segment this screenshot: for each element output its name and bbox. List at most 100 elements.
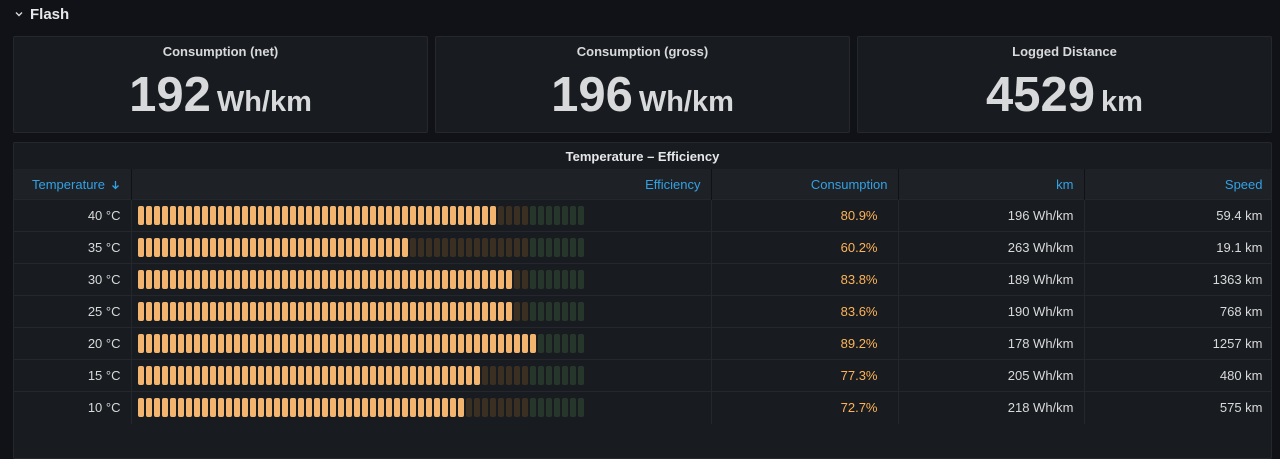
cell-consumption: 218 Wh/km <box>898 391 1085 424</box>
gauge-segment-empty <box>561 302 568 321</box>
gauge-segment-filled <box>209 270 216 289</box>
gauge-segment-filled <box>153 366 160 385</box>
gauge-segment-filled <box>353 366 360 385</box>
cell-efficiency-gauge <box>131 231 712 264</box>
gauge-segment-filled <box>369 334 376 353</box>
gauge-segment-filled <box>505 334 512 353</box>
gauge-segment-filled <box>385 270 392 289</box>
cell-efficiency: 80.9% <box>711 199 899 232</box>
gauge-segment-filled <box>289 270 296 289</box>
gauge-segment-filled <box>337 398 344 418</box>
gauge-segment-filled <box>457 366 464 385</box>
gauge-segment-filled <box>337 238 344 257</box>
stat-panel-consumption-net: Consumption (net) 192 Wh/km <box>13 36 428 133</box>
gauge-segment-filled <box>193 302 200 321</box>
gauge-segment-filled <box>225 398 232 418</box>
gauge-segment-filled <box>409 334 416 353</box>
gauge-segment-filled <box>217 334 224 353</box>
gauge-segment-filled <box>225 366 232 385</box>
gauge-segment-filled <box>281 334 288 353</box>
gauge-segment-filled <box>209 334 216 353</box>
gauge-segment-empty <box>529 270 536 289</box>
gauge-segment-filled <box>265 270 272 289</box>
gauge-segment-filled <box>313 302 320 321</box>
column-header-consumption[interactable]: Consumption <box>711 169 899 200</box>
gauge-segment-filled <box>209 398 216 418</box>
gauge-segment-filled <box>249 366 256 385</box>
gauge-segment-filled <box>161 366 168 385</box>
gauge-segment-empty <box>545 206 552 225</box>
gauge-segment-filled <box>153 238 160 257</box>
efficiency-gauge <box>137 270 705 289</box>
gauge-segment-empty <box>473 398 480 418</box>
gauge-segment-filled <box>249 398 256 418</box>
gauge-segment-empty <box>569 206 576 225</box>
gauge-segment-filled <box>241 206 248 225</box>
stat-panel-consumption-gross: Consumption (gross) 196 Wh/km <box>435 36 850 133</box>
gauge-segment-empty <box>553 270 560 289</box>
panel-title: Temperature – Efficiency <box>565 149 720 164</box>
column-header-temperature[interactable]: Temperature <box>14 169 132 200</box>
gauge-segment-filled <box>177 238 184 257</box>
gauge-segment-empty <box>529 206 536 225</box>
gauge-segment-empty <box>513 366 520 385</box>
gauge-segment-filled <box>225 334 232 353</box>
stat-number: 192 <box>129 68 211 122</box>
gauge-segment-filled <box>209 302 216 321</box>
gauge-segment-filled <box>185 238 192 257</box>
gauge-segment-filled <box>153 334 160 353</box>
gauge-segment-filled <box>289 398 296 418</box>
gauge-segment-filled <box>185 334 192 353</box>
gauge-segment-filled <box>185 302 192 321</box>
gauge-segment-filled <box>489 302 496 321</box>
gauge-segment-empty <box>569 334 576 353</box>
gauge-segment-empty <box>545 366 552 385</box>
gauge-segment-empty <box>577 270 584 289</box>
gauge-segment-empty <box>553 366 560 385</box>
gauge-segment-filled <box>313 270 320 289</box>
gauge-segment-filled <box>417 270 424 289</box>
gauge-segment-filled <box>209 238 216 257</box>
gauge-segment-filled <box>137 366 144 385</box>
gauge-segment-filled <box>241 270 248 289</box>
cell-efficiency-gauge <box>131 263 712 296</box>
stat-number: 196 <box>551 68 633 122</box>
gauge-segment-empty <box>521 366 528 385</box>
gauge-segment-filled <box>305 366 312 385</box>
efficiency-table: Temperature Efficiency Consumption km Sp… <box>14 169 1271 424</box>
gauge-segment-filled <box>201 270 208 289</box>
gauge-segment-filled <box>313 206 320 225</box>
gauge-segment-filled <box>465 302 472 321</box>
gauge-segment-filled <box>257 302 264 321</box>
cell-consumption: 189 Wh/km <box>898 263 1085 296</box>
cell-efficiency: 83.6% <box>711 295 899 328</box>
gauge-segment-empty <box>529 238 536 257</box>
gauge-segment-empty <box>545 270 552 289</box>
gauge-segment-filled <box>361 206 368 225</box>
gauge-segment-filled <box>241 302 248 321</box>
gauge-segment-filled <box>401 366 408 385</box>
gauge-segment-filled <box>329 366 336 385</box>
gauge-segment-filled <box>233 366 240 385</box>
column-header-efficiency[interactable]: Efficiency <box>131 169 712 200</box>
gauge-segment-empty <box>553 206 560 225</box>
gauge-segment-filled <box>281 270 288 289</box>
gauge-segment-filled <box>409 398 416 418</box>
column-header-km[interactable]: km <box>898 169 1085 200</box>
gauge-segment-filled <box>457 270 464 289</box>
gauge-segment-filled <box>353 334 360 353</box>
cell-km: 575 km <box>1084 391 1271 424</box>
table-row: 10 °C72.7%218 Wh/km575 km57.0 km/h <box>14 391 1271 424</box>
gauge-segment-filled <box>177 270 184 289</box>
gauge-segment-filled <box>265 334 272 353</box>
row-header-flash[interactable]: Flash <box>14 3 69 25</box>
gauge-segment-filled <box>305 334 312 353</box>
gauge-segment-filled <box>497 270 504 289</box>
column-header-speed[interactable]: Speed <box>1084 169 1271 200</box>
efficiency-gauge <box>137 334 705 353</box>
cell-km: 1257 km <box>1084 327 1271 360</box>
stat-title: Consumption (gross) <box>576 44 709 59</box>
gauge-segment-empty <box>561 270 568 289</box>
stat-title: Logged Distance <box>1012 44 1117 59</box>
cell-temperature: 20 °C <box>14 327 132 360</box>
